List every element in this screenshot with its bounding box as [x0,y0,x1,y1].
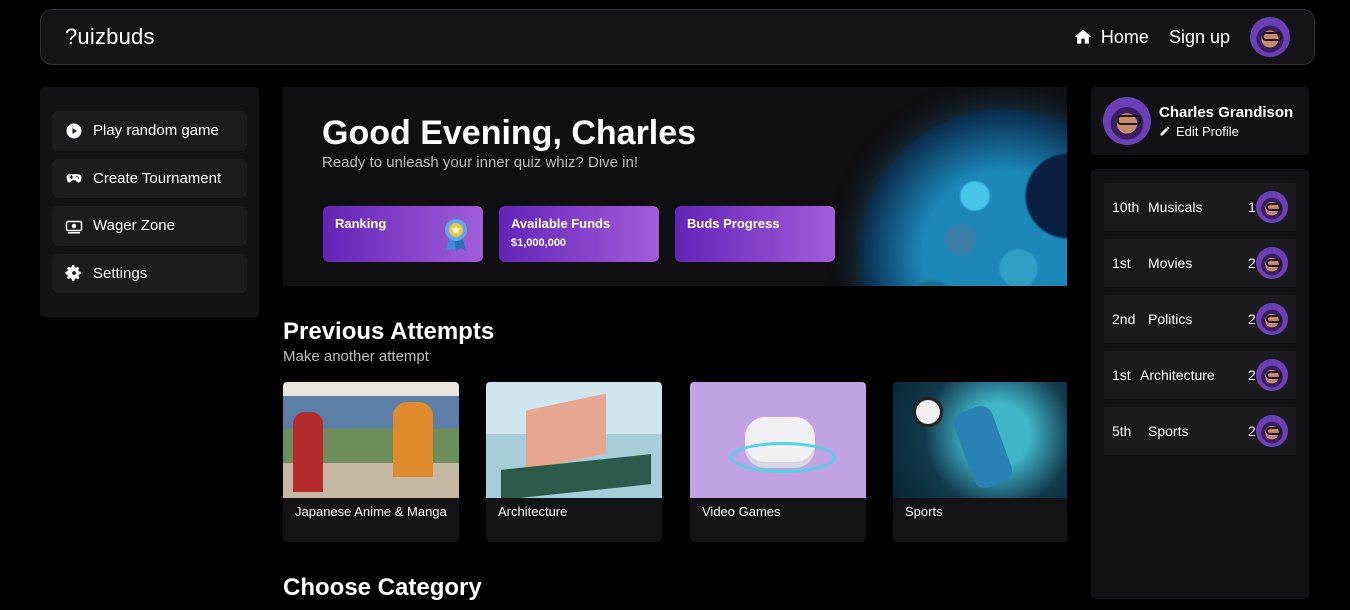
attempt-card-anime[interactable]: Japanese Anime & Manga [283,382,459,542]
sidebar-item-label: Play random game [93,122,219,140]
sidebar-item-play-random[interactable]: Play random game [52,111,247,151]
award-ribbon-icon [445,219,467,252]
home-icon [1074,29,1092,44]
hero-banner: Good Evening, Charles Ready to unleash y… [283,87,1067,286]
greeting-title: Good Evening, Charles [322,114,697,152]
available-funds-card[interactable]: Available Funds $1,000,000 [499,206,659,262]
result-row[interactable]: 2nd Politics 28/30 [1104,295,1296,343]
result-avatar [1256,415,1288,447]
sidebar-item-wager-zone[interactable]: Wager Zone [52,206,247,246]
stat-label: Buds Progress [687,216,780,231]
result-category: Sports [1148,423,1189,439]
home-link-label: Home [1100,26,1149,47]
attempt-card-title: Sports [905,504,943,519]
recent-results-panel: 10th Musicals 13/30 1st Movies 29/30 2nd… [1091,169,1309,599]
attempt-card-sports[interactable]: Sports [893,382,1067,542]
signup-link[interactable]: Sign up [1169,27,1230,48]
edit-profile-link[interactable]: Edit Profile [1159,124,1293,139]
greeting-subtitle: Ready to unleash your inner quiz whiz? D… [322,154,639,171]
ranking-card[interactable]: Ranking [323,206,483,262]
stat-label: Available Funds [511,216,611,231]
signup-link-label: Sign up [1168,26,1230,47]
attempt-card-title: Architecture [498,504,568,519]
result-rank: 5th [1112,423,1132,439]
sidebar-item-settings[interactable]: Settings [52,253,247,293]
result-rank: 1st [1112,255,1131,271]
result-rank: 2nd [1112,311,1136,327]
edit-profile-label: Edit Profile [1176,123,1239,139]
money-icon [65,220,83,234]
result-category: Architecture [1140,367,1215,383]
sidebar-item-label: Create Tournament [93,169,222,187]
left-sidebar: Play random game Create Tournament Wager… [40,87,259,317]
result-row[interactable]: 5th Sports 20/30 [1104,407,1296,455]
sidebar-item-label: Settings [93,264,148,282]
result-row[interactable]: 10th Musicals 13/30 [1104,183,1296,231]
pencil-icon [1160,126,1170,136]
attempt-thumbnail [486,382,662,498]
top-nav: Home Sign up [1073,17,1290,57]
result-rank: 10th [1112,199,1140,215]
result-row[interactable]: 1st Architecture 28/30 [1104,351,1296,399]
profile-avatar[interactable] [1103,97,1151,145]
previous-attempts-list: Japanese Anime & Manga Architecture Vide… [283,382,1067,542]
previous-attempts-subtitle: Make another attempt [283,348,429,365]
attempt-thumbnail [690,382,866,498]
result-category: Movies [1148,255,1193,271]
attempt-thumbnail [893,382,1067,498]
profile-card: Charles Grandison Edit Profile [1091,87,1309,155]
result-category: Musicals [1148,199,1203,215]
stat-value: $1,000,000 [511,237,567,249]
app-logo[interactable]: ?uizbuds [65,24,155,50]
result-avatar [1256,359,1288,391]
result-avatar [1256,191,1288,223]
buds-progress-card[interactable]: Buds Progress [675,206,835,262]
attempt-thumbnail [283,382,459,498]
attempt-card-title: Video Games [702,504,781,519]
result-category: Politics [1148,311,1193,327]
play-circle-icon [66,123,82,139]
user-avatar[interactable] [1250,17,1290,57]
result-avatar [1256,303,1288,335]
attempt-card-architecture[interactable]: Architecture [486,382,662,542]
profile-name: Charles Grandison [1159,103,1294,121]
gear-icon [65,265,81,282]
sidebar-item-label: Wager Zone [93,217,175,235]
result-avatar [1256,247,1288,279]
result-row[interactable]: 1st Movies 29/30 [1104,239,1296,287]
sidebar-item-create-tournament[interactable]: Create Tournament [52,158,247,198]
previous-attempts-title: Previous Attempts [283,318,495,345]
home-link[interactable]: Home [1073,27,1149,48]
gamepad-icon [66,174,82,183]
attempt-card-video-games[interactable]: Video Games [690,382,866,542]
result-rank: 1st [1112,367,1131,383]
planet-illustration [859,109,1067,286]
choose-category-title: Choose Category [283,574,482,601]
attempt-card-title: Japanese Anime & Manga [295,504,447,519]
top-navbar: ?uizbuds Home Sign up [40,9,1315,65]
